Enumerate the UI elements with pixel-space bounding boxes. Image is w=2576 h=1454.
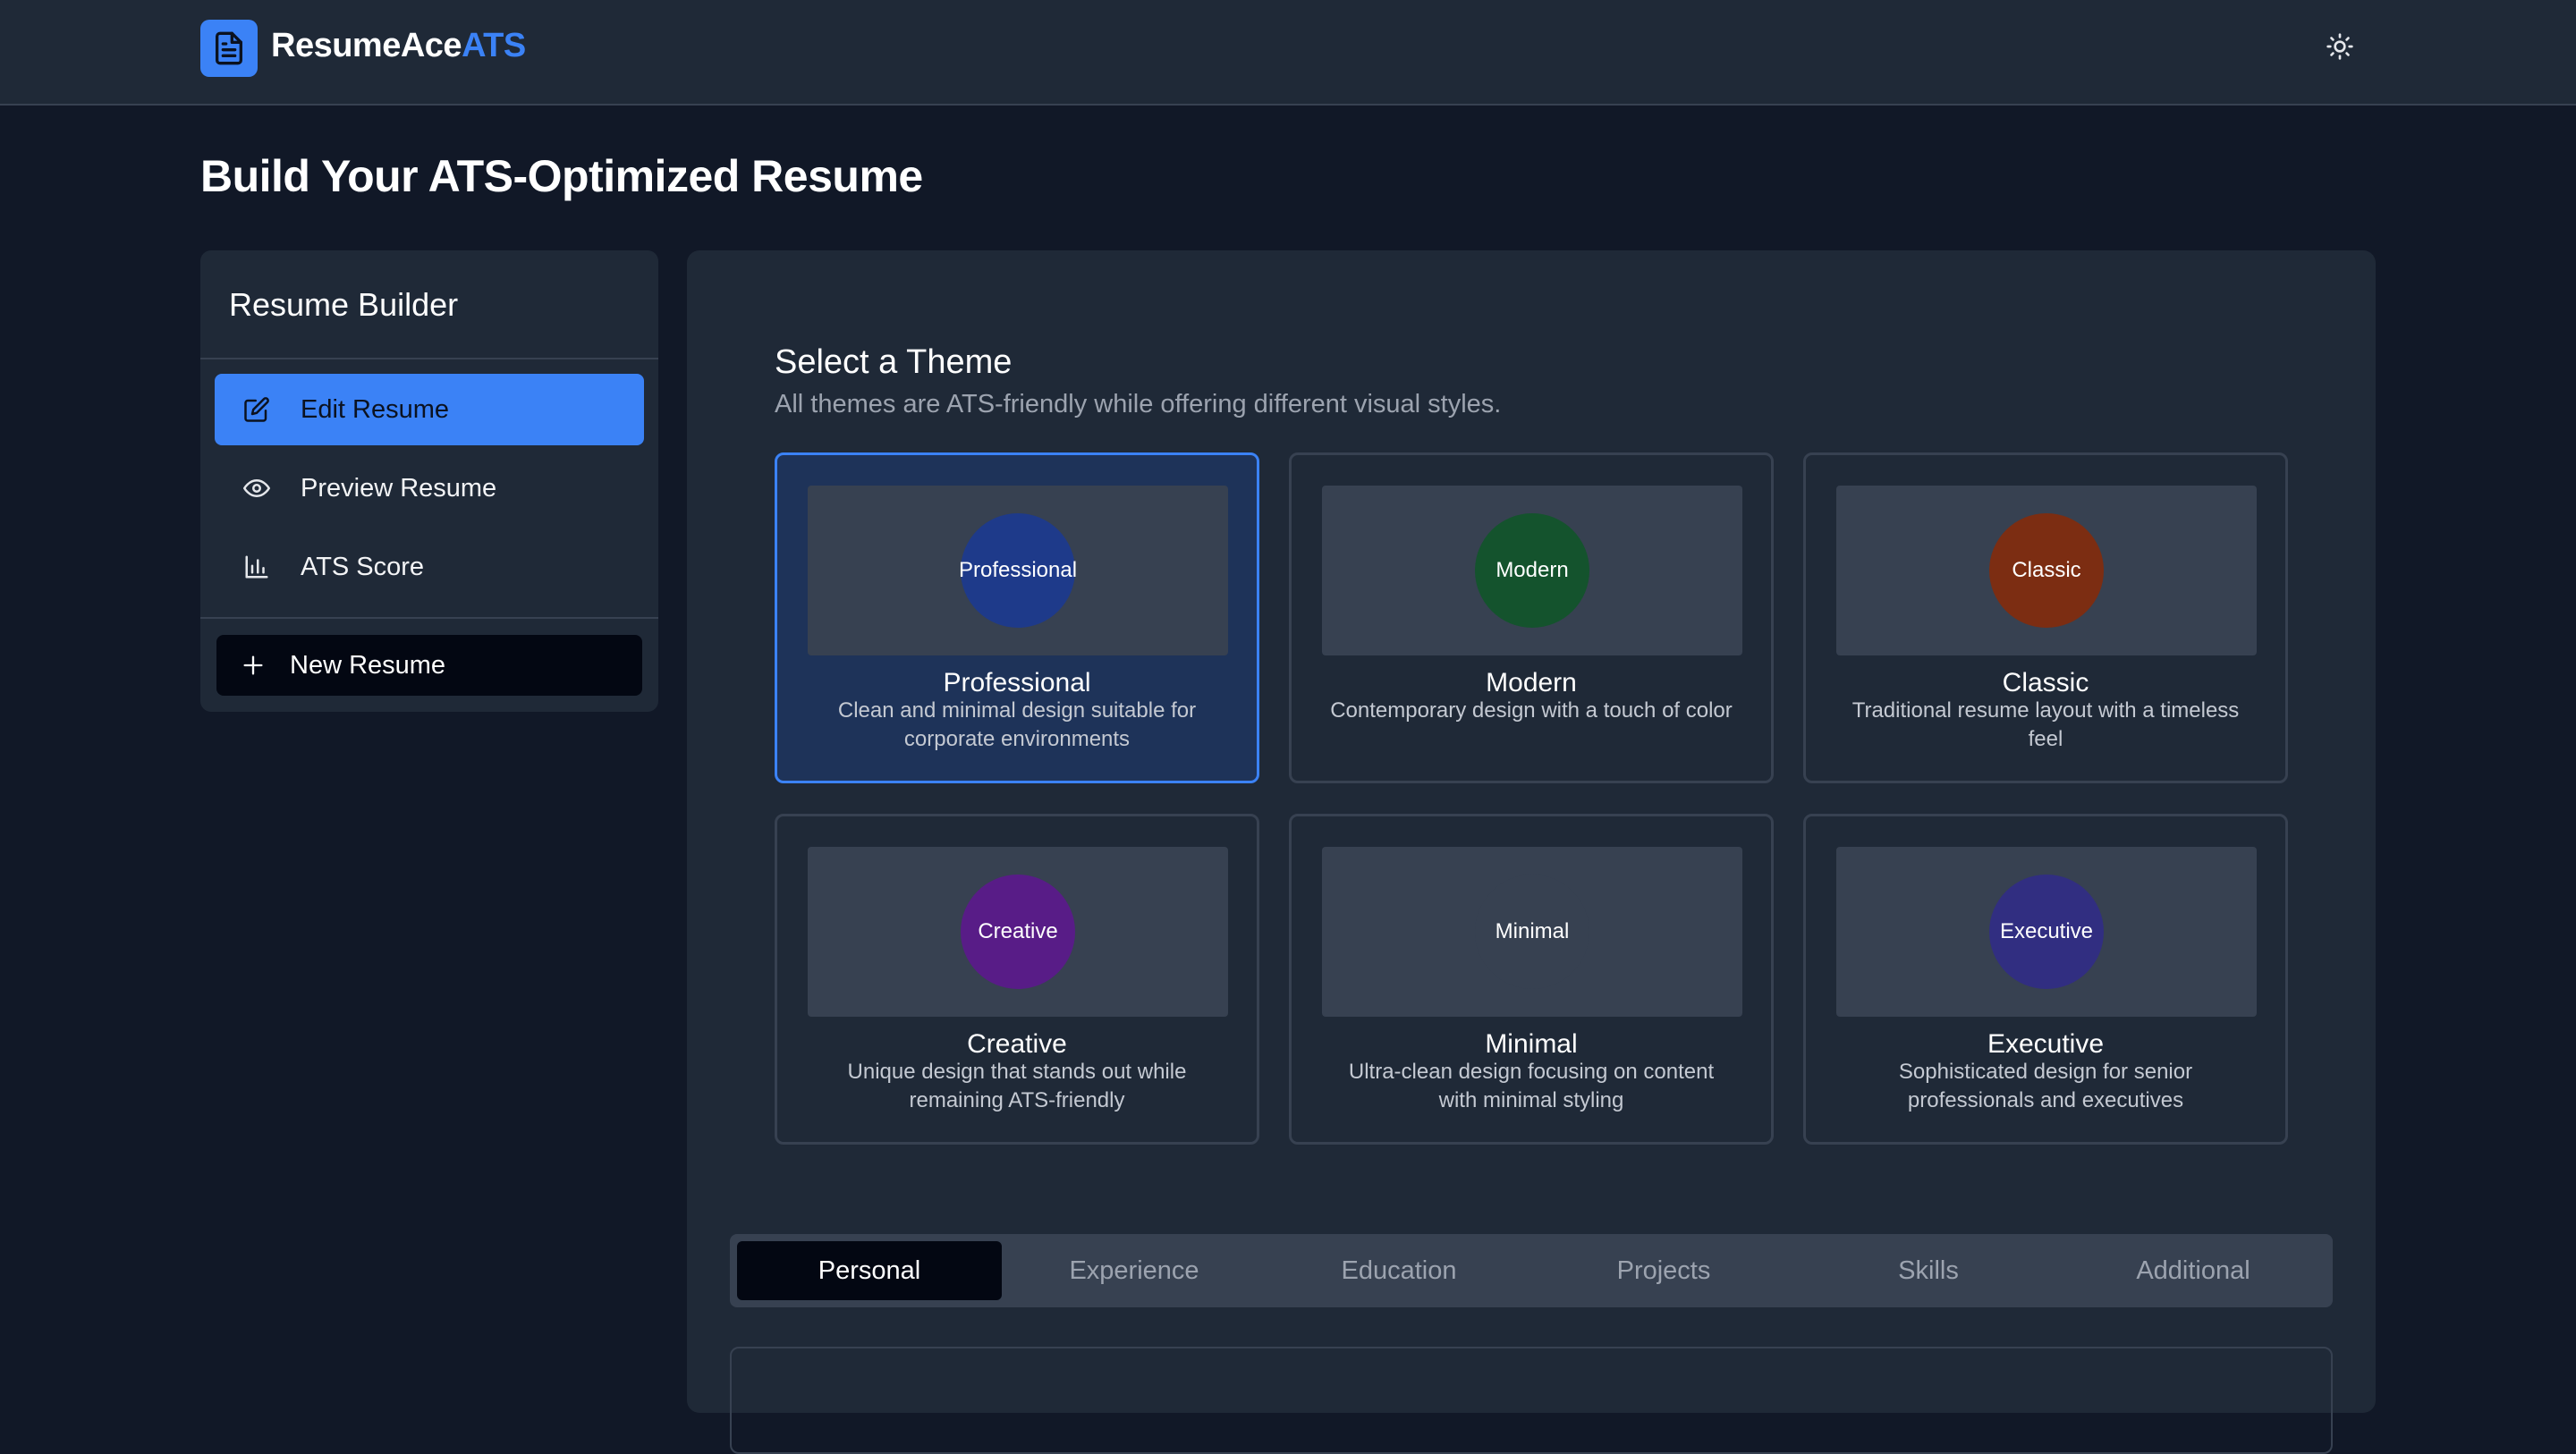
eye-icon	[243, 475, 270, 502]
personal-form-panel	[730, 1347, 2333, 1454]
edit-icon	[243, 396, 270, 423]
tab-projects[interactable]: Projects	[1531, 1241, 1796, 1300]
tab-personal[interactable]: Personal	[737, 1241, 1002, 1300]
new-resume-button[interactable]: New Resume	[216, 635, 642, 696]
theme-card-minimal[interactable]: Minimal Minimal Ultra-clean design focus…	[1289, 814, 1774, 1145]
brand-accent: ATS	[462, 27, 526, 64]
bar-chart-icon	[243, 554, 270, 580]
tab-skills[interactable]: Skills	[1796, 1241, 2061, 1300]
sidebar: Resume Builder Edit Resume Preview Resum…	[200, 250, 658, 712]
page-title: Build Your ATS-Optimized Resume	[200, 151, 923, 201]
theme-description: Clean and minimal design suitable for co…	[837, 698, 1197, 751]
theme-preview: Classic	[1836, 486, 2257, 655]
theme-name: Minimal	[1485, 1029, 1578, 1059]
theme-preview: Modern	[1322, 486, 1742, 655]
theme-card-professional[interactable]: Professional Professional Clean and mini…	[775, 452, 1259, 783]
theme-description: Unique design that stands out while rema…	[847, 1060, 1187, 1112]
new-resume-label: New Resume	[290, 650, 446, 680]
theme-name: Modern	[1486, 668, 1577, 697]
theme-card-creative[interactable]: Creative Creative Unique design that sta…	[775, 814, 1259, 1145]
theme-toggle-button[interactable]	[2322, 29, 2358, 64]
tab-additional[interactable]: Additional	[2061, 1241, 2326, 1300]
sidebar-item-edit-resume[interactable]: Edit Resume	[215, 374, 644, 445]
theme-preview: Minimal	[1322, 847, 1742, 1017]
theme-description: Sophisticated design for senior professi…	[1898, 1060, 2193, 1112]
brand-name[interactable]: ResumeAceATS	[271, 27, 526, 65]
sun-icon	[2326, 33, 2353, 60]
theme-name: Professional	[943, 668, 1091, 697]
theme-section-title: Select a Theme	[775, 343, 1013, 381]
theme-description: Ultra-clean design focusing on content w…	[1348, 1060, 1715, 1112]
theme-preview: Professional	[808, 486, 1228, 655]
main-panel: Select a Theme All themes are ATS-friend…	[687, 250, 2376, 1454]
theme-badge: Modern	[1475, 513, 1589, 628]
theme-card-classic[interactable]: Classic Classic Traditional resume layou…	[1803, 452, 2288, 783]
tab-experience[interactable]: Experience	[1002, 1241, 1267, 1300]
theme-description: Traditional resume layout with a timeles…	[1852, 698, 2240, 751]
theme-badge: Professional	[959, 513, 1077, 628]
theme-name: Classic	[2002, 668, 2089, 697]
plus-icon	[240, 652, 267, 679]
theme-name: Creative	[967, 1029, 1067, 1059]
tab-education[interactable]: Education	[1267, 1241, 1531, 1300]
document-icon[interactable]	[200, 20, 258, 77]
top-navbar: ResumeAceATS	[0, 0, 2576, 106]
theme-card-executive[interactable]: Executive Executive Sophisticated design…	[1803, 814, 2288, 1145]
sidebar-item-preview-resume[interactable]: Preview Resume	[215, 452, 644, 524]
theme-badge: Executive	[1989, 875, 2104, 989]
theme-name: Executive	[1987, 1029, 2105, 1059]
section-tabs: Personal Experience Education Projects S…	[730, 1234, 2333, 1307]
sidebar-title: Resume Builder	[229, 286, 459, 323]
theme-card-modern[interactable]: Modern Modern Contemporary design with a…	[1289, 452, 1774, 783]
theme-badge: Creative	[961, 875, 1075, 989]
theme-badge: Minimal	[1475, 875, 1589, 989]
divider	[200, 617, 658, 619]
sidebar-item-label: Edit Resume	[301, 394, 450, 424]
divider	[200, 358, 658, 359]
brand-main: ResumeAce	[271, 27, 462, 64]
sidebar-item-label: Preview Resume	[301, 473, 497, 503]
theme-description: Contemporary design with a touch of colo…	[1330, 698, 1733, 723]
theme-preview: Creative	[808, 847, 1228, 1017]
theme-section-subtitle: All themes are ATS-friendly while offeri…	[775, 390, 1502, 418]
theme-badge: Classic	[1989, 513, 2104, 628]
theme-preview: Executive	[1836, 847, 2257, 1017]
sidebar-item-ats-score[interactable]: ATS Score	[215, 531, 644, 603]
sidebar-item-label: ATS Score	[301, 552, 425, 581]
